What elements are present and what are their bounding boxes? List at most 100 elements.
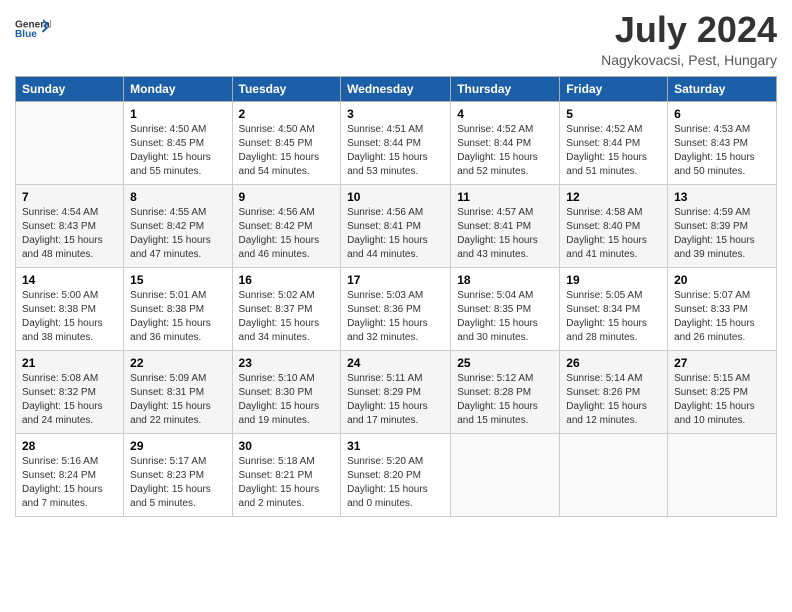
day-info: Sunrise: 5:03 AM Sunset: 8:36 PM Dayligh… xyxy=(347,289,444,345)
day-info: Sunrise: 5:04 AM Sunset: 8:35 PM Dayligh… xyxy=(457,289,553,345)
day-number: 12 xyxy=(566,190,661,204)
calendar-cell: 15Sunrise: 5:01 AM Sunset: 8:38 PM Dayli… xyxy=(124,267,232,350)
week-row-5: 28 Sunrise: 5:16 AM Sunset: 8:24 PM Dayli… xyxy=(16,433,777,516)
day-info: Sunrise: 4:54 AM Sunset: 8:43 PM Dayligh… xyxy=(22,206,117,262)
day-number: 14 xyxy=(22,273,117,287)
calendar-table: SundayMondayTuesdayWednesdayThursdayFrid… xyxy=(15,76,777,517)
calendar-cell: 19 Sunrise: 5:05 AM Sunset: 8:34 PM Dayli… xyxy=(560,267,668,350)
col-header-monday: Monday xyxy=(124,76,232,101)
day-info: Sunrise: 4:50 AM Sunset: 8:45 PM Dayligh… xyxy=(130,123,225,179)
calendar-cell: 6Sunrise: 4:53 AM Sunset: 8:43 PM Daylig… xyxy=(668,101,777,184)
col-header-tuesday: Tuesday xyxy=(232,76,341,101)
day-number: 20 xyxy=(674,273,770,287)
col-header-thursday: Thursday xyxy=(451,76,560,101)
day-info: Sunrise: 5:18 AM Sunset: 8:21 PM Dayligh… xyxy=(239,455,335,511)
calendar-cell: 30 Sunrise: 5:18 AM Sunset: 8:21 PM Dayli… xyxy=(232,433,341,516)
calendar-cell: 8Sunrise: 4:55 AM Sunset: 8:42 PM Daylig… xyxy=(124,184,232,267)
page: General Blue July 2024 Nagykovacsi, Pest… xyxy=(0,0,792,527)
calendar-cell: 24 Sunrise: 5:11 AM Sunset: 8:29 PM Dayli… xyxy=(341,350,451,433)
col-header-sunday: Sunday xyxy=(16,76,124,101)
day-number: 17 xyxy=(347,273,444,287)
calendar-cell: 27 Sunrise: 5:15 AM Sunset: 8:25 PM Dayli… xyxy=(668,350,777,433)
day-number: 11 xyxy=(457,190,553,204)
day-info: Sunrise: 4:57 AM Sunset: 8:41 PM Dayligh… xyxy=(457,206,553,262)
week-row-2: 7 Sunrise: 4:54 AM Sunset: 8:43 PM Daylig… xyxy=(16,184,777,267)
day-info: Sunrise: 5:09 AM Sunset: 8:31 PM Dayligh… xyxy=(130,372,225,428)
month-title: July 2024 xyxy=(601,10,777,50)
calendar-cell: 28 Sunrise: 5:16 AM Sunset: 8:24 PM Dayli… xyxy=(16,433,124,516)
calendar-cell: 23Sunrise: 5:10 AM Sunset: 8:30 PM Dayli… xyxy=(232,350,341,433)
calendar-cell: 17 Sunrise: 5:03 AM Sunset: 8:36 PM Dayli… xyxy=(341,267,451,350)
day-info: Sunrise: 5:02 AM Sunset: 8:37 PM Dayligh… xyxy=(239,289,335,345)
day-number: 28 xyxy=(22,439,117,453)
day-number: 19 xyxy=(566,273,661,287)
col-header-friday: Friday xyxy=(560,76,668,101)
week-row-1: 1 Sunrise: 4:50 AM Sunset: 8:45 PM Daylig… xyxy=(16,101,777,184)
calendar-cell: 16 Sunrise: 5:02 AM Sunset: 8:37 PM Dayli… xyxy=(232,267,341,350)
calendar-cell: 12Sunrise: 4:58 AM Sunset: 8:40 PM Dayli… xyxy=(560,184,668,267)
day-info: Sunrise: 5:08 AM Sunset: 8:32 PM Dayligh… xyxy=(22,372,117,428)
calendar-cell: 14 Sunrise: 5:00 AM Sunset: 8:38 PM Dayli… xyxy=(16,267,124,350)
day-info: Sunrise: 5:07 AM Sunset: 8:33 PM Dayligh… xyxy=(674,289,770,345)
day-info: Sunrise: 5:15 AM Sunset: 8:25 PM Dayligh… xyxy=(674,372,770,428)
logo-svg: General Blue xyxy=(15,10,51,46)
logo: General Blue xyxy=(15,10,125,46)
day-number: 13 xyxy=(674,190,770,204)
calendar-cell: 9 Sunrise: 4:56 AM Sunset: 8:42 PM Daylig… xyxy=(232,184,341,267)
day-number: 29 xyxy=(130,439,225,453)
calendar-cell xyxy=(16,101,124,184)
day-info: Sunrise: 5:12 AM Sunset: 8:28 PM Dayligh… xyxy=(457,372,553,428)
day-number: 26 xyxy=(566,356,661,370)
col-header-saturday: Saturday xyxy=(668,76,777,101)
calendar-cell: 1 Sunrise: 4:50 AM Sunset: 8:45 PM Daylig… xyxy=(124,101,232,184)
calendar-cell: 22 Sunrise: 5:09 AM Sunset: 8:31 PM Dayli… xyxy=(124,350,232,433)
header: General Blue July 2024 Nagykovacsi, Pest… xyxy=(15,10,777,68)
svg-text:Blue: Blue xyxy=(15,29,37,40)
day-number: 16 xyxy=(239,273,335,287)
day-number: 4 xyxy=(457,107,553,121)
day-number: 30 xyxy=(239,439,335,453)
day-number: 5 xyxy=(566,107,661,121)
day-number: 2 xyxy=(239,107,335,121)
day-number: 15 xyxy=(130,273,225,287)
day-info: Sunrise: 5:16 AM Sunset: 8:24 PM Dayligh… xyxy=(22,455,117,511)
week-row-3: 14 Sunrise: 5:00 AM Sunset: 8:38 PM Dayli… xyxy=(16,267,777,350)
week-row-4: 21Sunrise: 5:08 AM Sunset: 8:32 PM Dayli… xyxy=(16,350,777,433)
calendar-cell: 21Sunrise: 5:08 AM Sunset: 8:32 PM Dayli… xyxy=(16,350,124,433)
day-info: Sunrise: 5:05 AM Sunset: 8:34 PM Dayligh… xyxy=(566,289,661,345)
location: Nagykovacsi, Pest, Hungary xyxy=(601,52,777,68)
day-info: Sunrise: 4:56 AM Sunset: 8:42 PM Dayligh… xyxy=(239,206,335,262)
calendar-cell: 20 Sunrise: 5:07 AM Sunset: 8:33 PM Dayli… xyxy=(668,267,777,350)
calendar-cell: 13Sunrise: 4:59 AM Sunset: 8:39 PM Dayli… xyxy=(668,184,777,267)
calendar-cell: 29 Sunrise: 5:17 AM Sunset: 8:23 PM Dayli… xyxy=(124,433,232,516)
day-info: Sunrise: 5:11 AM Sunset: 8:29 PM Dayligh… xyxy=(347,372,444,428)
day-number: 24 xyxy=(347,356,444,370)
calendar-cell: 26Sunrise: 5:14 AM Sunset: 8:26 PM Dayli… xyxy=(560,350,668,433)
day-info: Sunrise: 4:52 AM Sunset: 8:44 PM Dayligh… xyxy=(457,123,553,179)
day-info: Sunrise: 5:00 AM Sunset: 8:38 PM Dayligh… xyxy=(22,289,117,345)
day-info: Sunrise: 5:17 AM Sunset: 8:23 PM Dayligh… xyxy=(130,455,225,511)
day-number: 6 xyxy=(674,107,770,121)
day-number: 10 xyxy=(347,190,444,204)
day-number: 8 xyxy=(130,190,225,204)
calendar-cell xyxy=(668,433,777,516)
calendar-cell: 11 Sunrise: 4:57 AM Sunset: 8:41 PM Dayli… xyxy=(451,184,560,267)
day-number: 1 xyxy=(130,107,225,121)
day-number: 31 xyxy=(347,439,444,453)
calendar-cell: 31 Sunrise: 5:20 AM Sunset: 8:20 PM Dayli… xyxy=(341,433,451,516)
calendar-cell: 7 Sunrise: 4:54 AM Sunset: 8:43 PM Daylig… xyxy=(16,184,124,267)
day-info: Sunrise: 4:52 AM Sunset: 8:44 PM Dayligh… xyxy=(566,123,661,179)
title-area: July 2024 Nagykovacsi, Pest, Hungary xyxy=(601,10,777,68)
day-number: 3 xyxy=(347,107,444,121)
day-number: 27 xyxy=(674,356,770,370)
col-header-wednesday: Wednesday xyxy=(341,76,451,101)
header-row: SundayMondayTuesdayWednesdayThursdayFrid… xyxy=(16,76,777,101)
day-number: 9 xyxy=(239,190,335,204)
calendar-cell xyxy=(560,433,668,516)
day-number: 22 xyxy=(130,356,225,370)
day-number: 7 xyxy=(22,190,117,204)
calendar-cell: 10Sunrise: 4:56 AM Sunset: 8:41 PM Dayli… xyxy=(341,184,451,267)
day-info: Sunrise: 5:20 AM Sunset: 8:20 PM Dayligh… xyxy=(347,455,444,511)
calendar-cell: 4 Sunrise: 4:52 AM Sunset: 8:44 PM Daylig… xyxy=(451,101,560,184)
calendar-cell: 18Sunrise: 5:04 AM Sunset: 8:35 PM Dayli… xyxy=(451,267,560,350)
